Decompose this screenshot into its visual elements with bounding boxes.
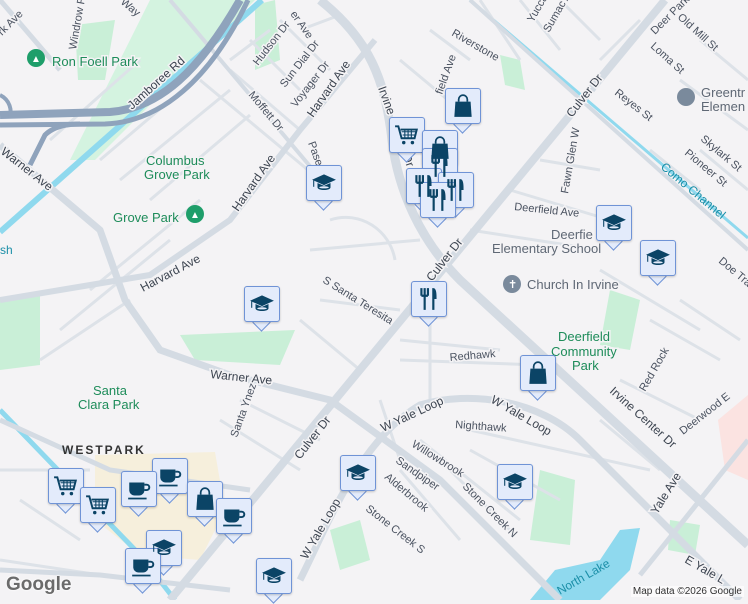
cafe-icon: [126, 476, 152, 502]
road-label: Irvine Center Dr: [607, 384, 679, 451]
school-marker[interactable]: [497, 464, 533, 510]
park-label: Santa: [93, 383, 128, 398]
shopping-marker[interactable]: [445, 88, 481, 134]
school-icon: [261, 563, 287, 589]
school-marker[interactable]: [244, 286, 280, 332]
svg-text:✝: ✝: [508, 279, 517, 291]
neighborhood-label: WESTPARK: [62, 443, 146, 457]
grocery-icon: [53, 473, 79, 499]
shopping-marker[interactable]: [520, 355, 556, 401]
shopping-icon: [525, 360, 551, 386]
water-label: Como Channel: [658, 160, 728, 222]
svg-text:▲: ▲: [190, 210, 200, 221]
cafe-icon: [221, 503, 247, 529]
cafe-marker[interactable]: [216, 498, 252, 544]
restaurant-marker[interactable]: [411, 281, 447, 327]
park-label: Columbus: [146, 153, 205, 168]
map-attribution[interactable]: Map data ©2026 Google: [630, 586, 744, 597]
school-icon: [345, 460, 371, 486]
road-label: Stone Creek S: [363, 503, 427, 557]
school-marker[interactable]: [596, 205, 632, 251]
road-label: Redhawk: [449, 348, 496, 364]
road-label: Doe Tra: [716, 255, 748, 290]
school-icon: [645, 245, 671, 271]
road-label: Santa Ynez: [229, 382, 260, 439]
school-poi-icon: [677, 88, 695, 106]
school-marker[interactable]: [340, 455, 376, 501]
school-icon: [601, 210, 627, 236]
poi-label: Church In Irvine: [527, 277, 619, 292]
grocery-marker[interactable]: [48, 468, 84, 514]
water-label: sh: [0, 243, 13, 257]
grocery-icon: [85, 492, 111, 518]
road-label: W Yale Loop: [378, 393, 445, 434]
grocery-marker[interactable]: [389, 117, 425, 163]
poi-label: Elementary School: [492, 241, 601, 256]
shopping-icon: [192, 486, 218, 512]
restaurant-marker[interactable]: [420, 182, 456, 228]
restaurant-icon: [425, 187, 451, 213]
road-label: Warner Ave: [210, 367, 273, 387]
svg-text:▲: ▲: [31, 54, 41, 65]
school-marker[interactable]: [640, 240, 676, 286]
cafe-marker[interactable]: [125, 548, 161, 594]
school-icon: [249, 291, 275, 317]
road-label: Yale Ave: [648, 470, 685, 517]
park-label: Clara Park: [78, 397, 140, 412]
road-label: Harvard Ave: [229, 152, 278, 214]
road-label: Fawn Glen W: [559, 126, 582, 194]
school-marker[interactable]: [306, 165, 342, 211]
road-label: Culver Dr: [291, 413, 333, 462]
cafe-icon: [130, 553, 156, 579]
shopping-icon: [450, 93, 476, 119]
road-label: E Yale L: [683, 552, 729, 586]
road-label: Red Rock: [637, 345, 672, 393]
restaurant-icon: [416, 286, 442, 312]
cafe-marker[interactable]: [121, 471, 157, 517]
road-label: Reyes St: [612, 87, 655, 124]
school-marker[interactable]: [256, 558, 292, 604]
park-label: Community: [551, 344, 617, 359]
park-label: Deerfield: [558, 329, 610, 344]
school-icon: [502, 469, 528, 495]
road-label: Old Mill St: [675, 11, 720, 53]
grocery-marker[interactable]: [80, 487, 116, 533]
warner-ave: [0, 142, 563, 600]
cafe-marker[interactable]: [152, 458, 188, 504]
park-label: Ron Foell Park: [52, 54, 138, 69]
road-label: Deerfield Ave: [514, 201, 580, 220]
school-icon: [311, 170, 337, 196]
google-logo: Google: [6, 574, 72, 595]
park-label: Grove Park: [113, 210, 179, 225]
park-label: Grove Park: [144, 167, 210, 182]
road-label: Nighthawk: [455, 419, 508, 435]
cafe-icon: [157, 463, 183, 489]
road-label: Warner Ave: [0, 144, 56, 193]
grocery-icon: [394, 122, 420, 148]
park-label: Park: [572, 358, 599, 373]
poi-label: Deerfie: [551, 227, 593, 242]
poi-label: Elemen: [701, 99, 745, 114]
road-label: Way: [118, 0, 143, 19]
poi-label: Greentr: [701, 85, 746, 100]
road-label: Loma St: [648, 40, 686, 76]
